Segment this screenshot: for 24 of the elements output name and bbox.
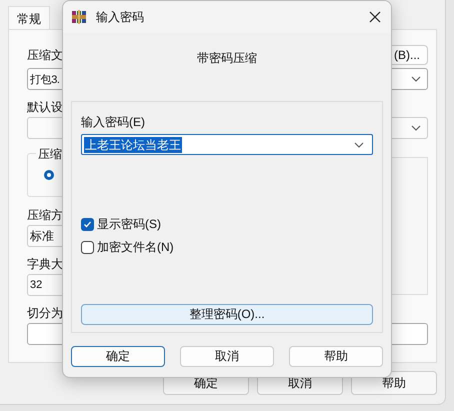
dialog-heading: 带密码压缩 xyxy=(196,50,258,66)
field-label: 切分为 xyxy=(27,305,63,321)
tab[interactable]: 常规 xyxy=(8,6,50,29)
password-field[interactable]: 上老王论坛当老王 xyxy=(81,134,373,155)
field-label: 输入密码(E) xyxy=(81,114,145,130)
dialog-button[interactable]: 确定 xyxy=(71,346,165,367)
checkbox-label: 显示密码(S) xyxy=(97,216,161,233)
window-title: 输入密码 xyxy=(96,8,145,26)
dialog-button[interactable]: 帮助 xyxy=(289,346,383,367)
checkbox-label: 加密文件名(N) xyxy=(97,239,174,256)
books-icon xyxy=(71,9,87,25)
checkbox[interactable] xyxy=(81,241,94,254)
organize-button[interactable]: 整理密码(O)... xyxy=(81,304,373,325)
caret-icon xyxy=(411,125,421,131)
caret-icon xyxy=(411,76,421,82)
close-icon[interactable] xyxy=(369,11,381,23)
field-label: 压缩方 xyxy=(27,207,63,223)
field-label: 压缩文 xyxy=(27,47,63,63)
dialog-button[interactable]: 取消 xyxy=(180,346,274,367)
caret-icon xyxy=(354,142,364,148)
radio-button[interactable] xyxy=(44,170,54,180)
field-label: 默认设 xyxy=(27,99,63,115)
field-label: 字典大 xyxy=(27,256,63,272)
checkbox[interactable] xyxy=(81,218,94,231)
